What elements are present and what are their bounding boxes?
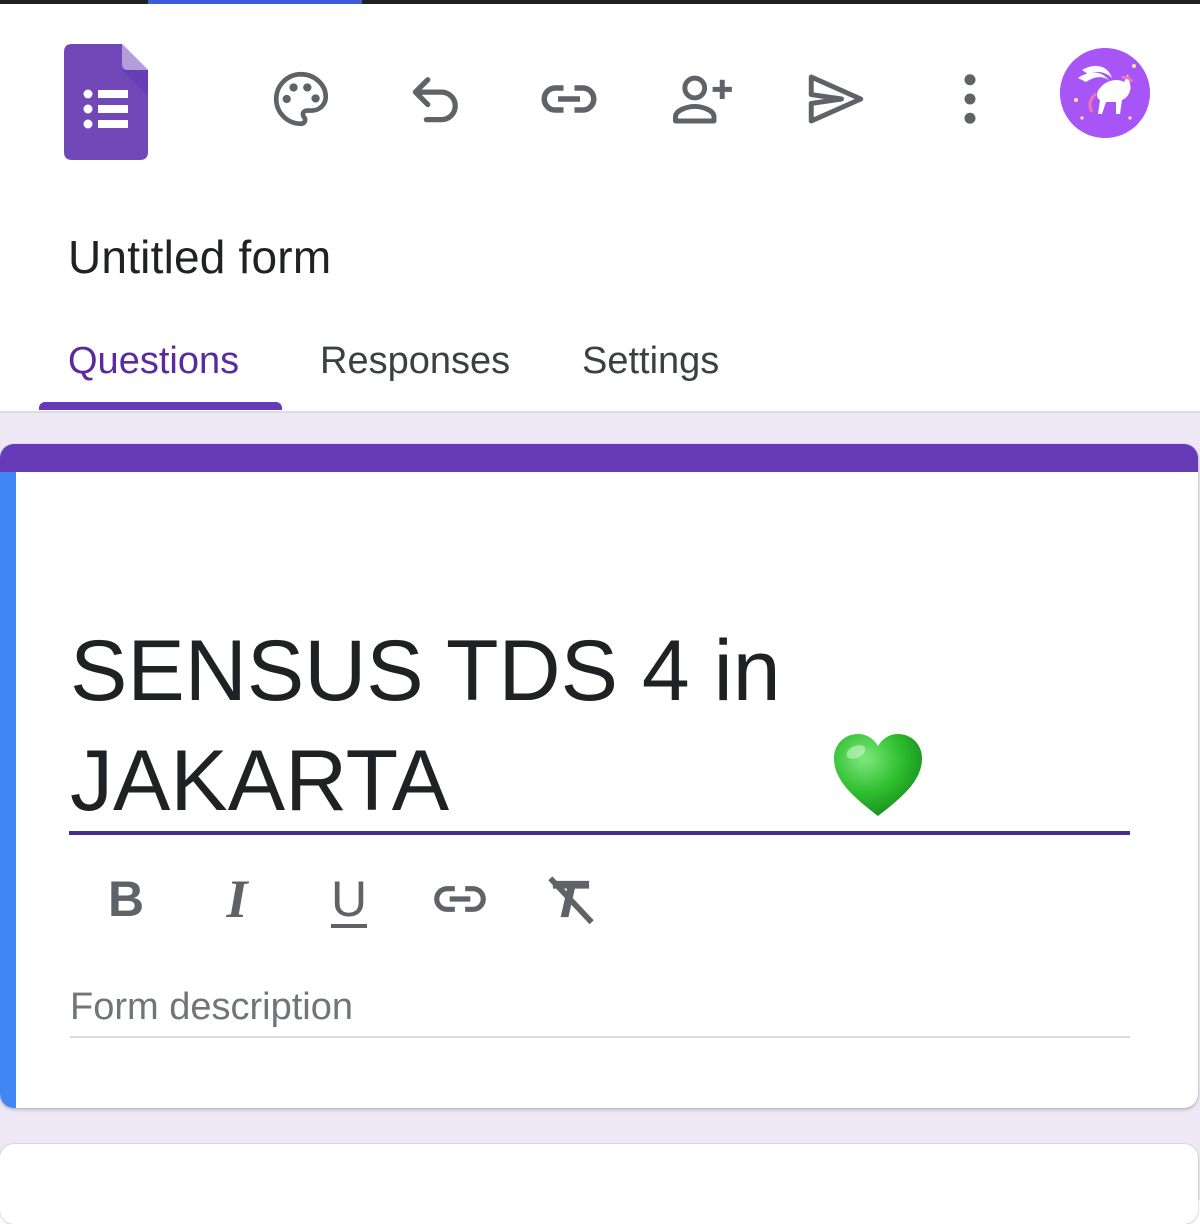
bold-icon: B [107, 871, 145, 927]
document-title[interactable]: Untitled form [68, 230, 331, 284]
card-theme-bar [0, 444, 1198, 472]
form-heading[interactable]: SENSUS TDS 4 in JAKARTA [70, 616, 1130, 836]
question-card[interactable] [0, 1144, 1198, 1224]
account-avatar[interactable] [1060, 48, 1150, 138]
active-tab-indicator [39, 402, 282, 410]
google-forms-logo-icon[interactable] [64, 44, 148, 160]
bold-button[interactable]: B [91, 864, 161, 934]
form-title-card[interactable]: SENSUS TDS 4 in JAKARTA B I U [0, 444, 1198, 1108]
add-collaborators-button[interactable] [668, 64, 738, 134]
app-header: Untitled form Questions Responses Settin… [0, 4, 1200, 412]
form-heading-text: SENSUS TDS 4 in JAKARTA [70, 623, 781, 829]
undo-icon [412, 77, 458, 123]
tab-questions[interactable]: Questions [68, 340, 239, 383]
tab-settings[interactable]: Settings [582, 340, 719, 383]
person-add-icon [673, 75, 732, 124]
underline-icon: U [330, 871, 368, 927]
more-vert-icon [964, 74, 976, 124]
underline-button[interactable]: U [314, 864, 384, 934]
send-icon [808, 74, 864, 124]
description-underline [70, 1036, 1130, 1038]
italic-button[interactable]: I [202, 864, 272, 934]
pegasus-avatar-icon [1060, 48, 1150, 138]
italic-icon: I [226, 869, 248, 929]
link-icon [541, 85, 597, 113]
form-description-input[interactable] [70, 978, 1130, 1036]
insert-link-button[interactable] [425, 864, 495, 934]
copy-link-button[interactable] [534, 64, 604, 134]
send-button[interactable] [801, 64, 871, 134]
more-options-button[interactable] [935, 64, 1005, 134]
palette-icon [273, 71, 329, 127]
clear-formatting-icon [548, 876, 594, 925]
undo-button[interactable] [401, 64, 471, 134]
card-focus-bar [0, 472, 16, 1108]
link-icon [434, 886, 486, 912]
tab-responses[interactable]: Responses [320, 340, 510, 383]
green-heart-icon [832, 732, 924, 818]
heading-focus-underline [69, 831, 1130, 835]
clear-formatting-button[interactable] [536, 864, 606, 934]
customize-theme-button[interactable] [266, 64, 336, 134]
